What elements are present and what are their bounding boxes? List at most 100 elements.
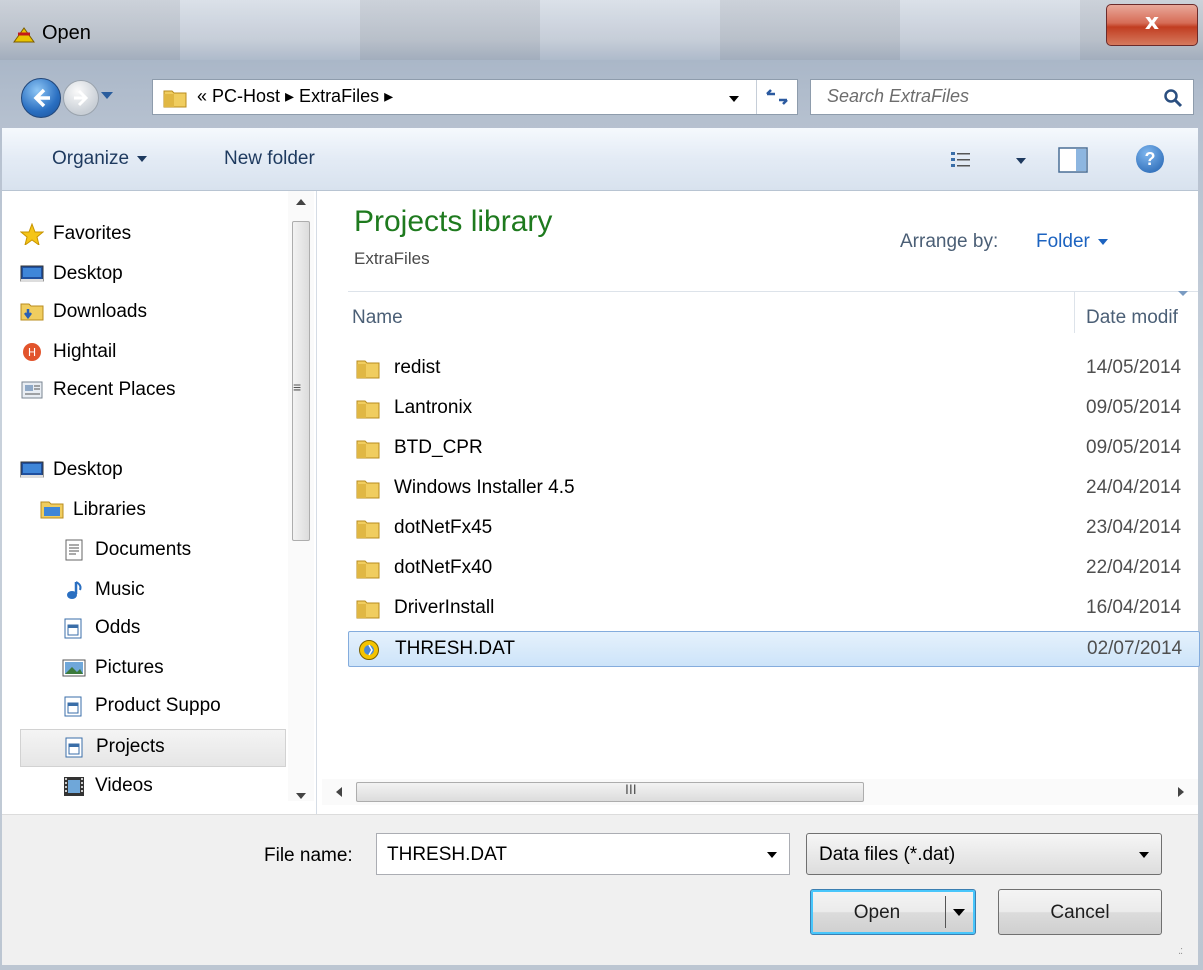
- file-row[interactable]: redist 14/05/2014: [348, 351, 1200, 387]
- nav-item-desktop[interactable]: Desktop: [20, 257, 284, 293]
- address-bar[interactable]: « PC-Host ▸ ExtraFiles ▸: [152, 79, 798, 115]
- library-title: Projects library: [354, 205, 553, 238]
- library-icon: [62, 617, 86, 639]
- nav-item-downloads[interactable]: Downloads: [20, 295, 284, 331]
- file-type-select[interactable]: Data files (*.dat): [806, 833, 1162, 875]
- open-button-label: Open: [853, 902, 901, 923]
- address-dropdown-icon[interactable]: [729, 96, 739, 102]
- nav-item-label: Product Suppo: [95, 695, 221, 716]
- arrange-by-value: Folder: [1036, 231, 1090, 252]
- pane-splitter[interactable]: [316, 191, 317, 814]
- view-options-icon[interactable]: [950, 150, 972, 168]
- forward-arrow-icon: [74, 89, 89, 107]
- file-type-value: Data files (*.dat): [819, 844, 956, 865]
- nav-item-pictures[interactable]: Pictures: [62, 651, 284, 687]
- search-icon[interactable]: [1163, 88, 1183, 108]
- scroll-down-arrow-icon[interactable]: [296, 793, 306, 799]
- libraries-icon: [40, 499, 64, 521]
- chevron-down-icon[interactable]: [767, 852, 777, 858]
- nav-item-videos[interactable]: Videos: [62, 769, 284, 805]
- nav-item-recent-places[interactable]: Recent Places: [20, 373, 284, 409]
- cancel-button[interactable]: Cancel: [998, 889, 1162, 935]
- file-name: Lantronix: [394, 397, 473, 418]
- file-row[interactable]: THRESH.DAT 02/07/2014: [348, 631, 1200, 667]
- nav-item-libraries[interactable]: Libraries: [40, 493, 284, 529]
- nav-item-documents[interactable]: Documents: [62, 533, 284, 569]
- nav-item-label: Odds: [95, 617, 141, 638]
- library-icon: [63, 736, 87, 758]
- column-header-name[interactable]: Name: [352, 307, 403, 329]
- recent-places-icon: [20, 379, 44, 401]
- hscroll-thumb[interactable]: III: [356, 781, 864, 802]
- organize-menu[interactable]: Organize: [52, 148, 148, 170]
- nav-item-music[interactable]: Music: [62, 573, 284, 609]
- forward-button[interactable]: [63, 80, 99, 116]
- file-row[interactable]: dotNetFx40 22/04/2014: [348, 551, 1200, 587]
- chevron-down-icon: [1097, 238, 1108, 245]
- back-button[interactable]: [21, 78, 61, 118]
- nav-item-favorites[interactable]: Favorites: [20, 217, 284, 253]
- downloads-icon: [20, 301, 44, 323]
- file-name-input[interactable]: THRESH.DAT: [376, 833, 790, 875]
- folder-icon: [356, 518, 380, 540]
- sort-arrow-icon: [1178, 291, 1188, 296]
- scroll-left-arrow-icon[interactable]: [336, 787, 342, 797]
- file-row[interactable]: Lantronix 09/05/2014: [348, 391, 1200, 427]
- hightail-icon: H: [20, 341, 44, 363]
- scroll-right-arrow-icon[interactable]: [1178, 787, 1184, 797]
- arrange-by-dropdown[interactable]: Folder: [1036, 231, 1108, 253]
- folder-icon: [356, 438, 380, 460]
- window-title: Open: [42, 22, 91, 44]
- nav-scrollbar[interactable]: ≡: [288, 191, 314, 801]
- file-name: BTD_CPR: [394, 437, 483, 458]
- refresh-icon: [766, 89, 788, 105]
- horizontal-scrollbar[interactable]: III: [322, 779, 1198, 805]
- nav-item-desktop[interactable]: Desktop: [20, 453, 284, 489]
- scroll-up-arrow-icon[interactable]: [296, 199, 306, 205]
- library-icon: [62, 695, 86, 717]
- folder-icon: [356, 398, 380, 420]
- file-row[interactable]: Windows Installer 4.5 24/04/2014: [348, 471, 1200, 507]
- videos-icon: [62, 775, 86, 797]
- chevron-down-icon: [1139, 852, 1149, 858]
- nav-item-label: Desktop: [53, 263, 123, 284]
- data-file-icon: [357, 639, 381, 661]
- column-header-date[interactable]: Date modif: [1086, 307, 1178, 329]
- grip-icon: ≡: [293, 379, 302, 395]
- dialog-footer: File name: THRESH.DAT Data files (*.dat)…: [2, 814, 1198, 965]
- nav-item-odds[interactable]: Odds: [62, 611, 284, 647]
- nav-item-projects[interactable]: Projects: [20, 729, 286, 767]
- resize-grip-icon[interactable]: .:: [1178, 945, 1183, 957]
- file-name-label: File name:: [264, 845, 353, 866]
- nav-item-label: Projects: [96, 736, 165, 757]
- nav-item-label: Desktop: [53, 459, 123, 480]
- open-options-chevron-icon[interactable]: [953, 909, 965, 916]
- help-icon[interactable]: ?: [1136, 145, 1164, 173]
- preview-pane-icon[interactable]: [1058, 147, 1088, 173]
- file-date: 09/05/2014: [1086, 437, 1182, 458]
- column-divider[interactable]: [1074, 291, 1075, 333]
- arrange-by-label: Arrange by:: [900, 231, 999, 252]
- file-row[interactable]: dotNetFx45 23/04/2014: [348, 511, 1200, 547]
- view-dropdown-icon[interactable]: [1016, 158, 1026, 164]
- file-row[interactable]: DriverInstall 16/04/2014: [348, 591, 1200, 627]
- nav-item-label: Videos: [95, 775, 153, 796]
- close-button[interactable]: x: [1106, 4, 1198, 46]
- file-row[interactable]: BTD_CPR 09/05/2014: [348, 431, 1200, 467]
- nav-item-label: Pictures: [95, 657, 164, 678]
- nav-item-product-suppo[interactable]: Product Suppo: [62, 689, 284, 725]
- new-folder-button[interactable]: New folder: [224, 148, 315, 170]
- search-box[interactable]: Search ExtraFiles: [810, 79, 1194, 115]
- open-button[interactable]: Open: [810, 889, 976, 935]
- svg-text:H: H: [28, 346, 36, 359]
- nav-item-label: Hightail: [53, 341, 117, 362]
- nav-item-label: Favorites: [53, 223, 132, 244]
- nav-item-label: Music: [95, 579, 145, 600]
- star-icon: [20, 222, 45, 247]
- command-bar: Organize New folder ?: [2, 128, 1198, 191]
- refresh-button[interactable]: [756, 80, 799, 114]
- recent-locations-dropdown[interactable]: [101, 92, 113, 99]
- breadcrumb[interactable]: « PC-Host ▸ ExtraFiles ▸: [197, 86, 393, 107]
- nav-item-hightail[interactable]: H Hightail: [20, 335, 284, 371]
- file-date: 02/07/2014: [1087, 638, 1183, 659]
